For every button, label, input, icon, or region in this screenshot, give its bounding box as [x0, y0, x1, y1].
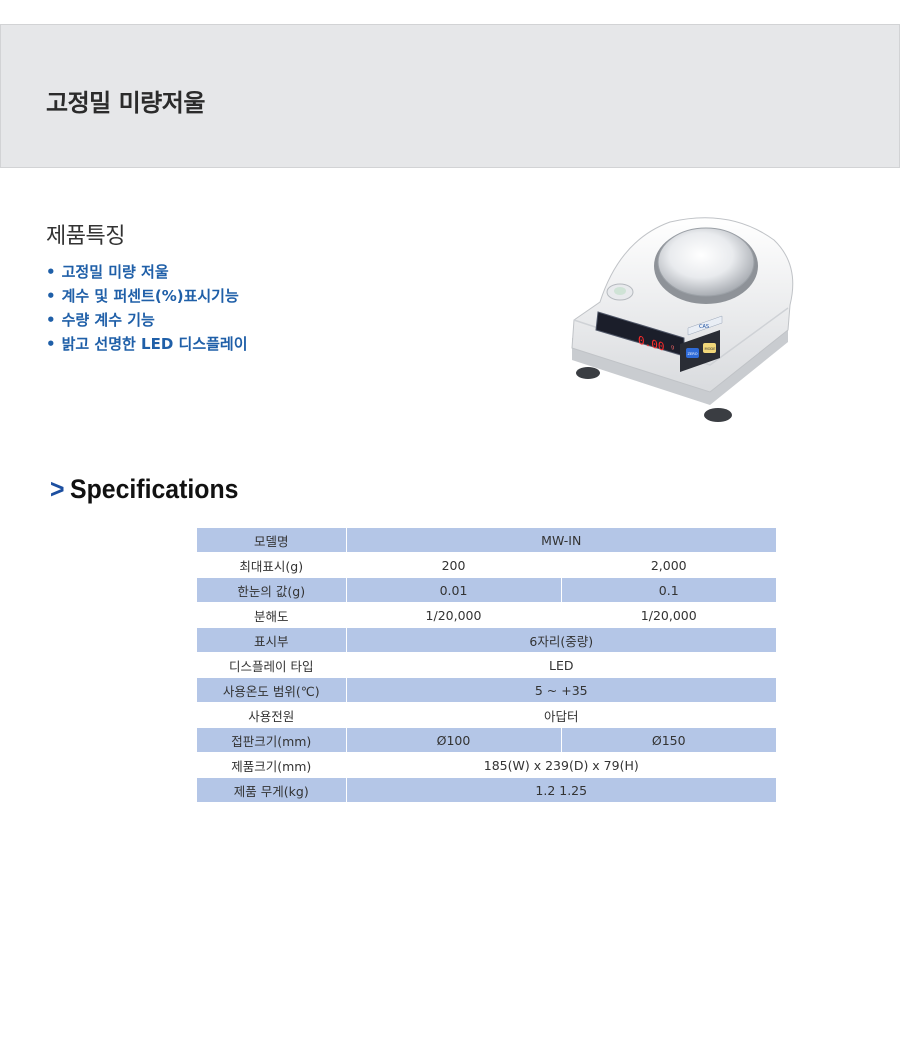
arrow-icon: >	[50, 474, 65, 504]
row-value: LED	[346, 652, 776, 678]
table-row: 사용전원 아답터	[197, 702, 776, 728]
table-row: 최대표시(g) 200 2,000	[197, 552, 776, 578]
table-row: 제품 무게(kg) 1.2 1.25	[197, 777, 776, 803]
feature-item: • 밝고 선명한 LED 디스플레이	[46, 332, 248, 356]
row-value: 1.2 1.25	[346, 777, 776, 803]
row-label: 분해도	[197, 602, 347, 628]
table-row: 사용온도 범위(℃) 5 ~ +35	[197, 677, 776, 703]
features-list: • 고정밀 미량 저울 • 계수 및 퍼센트(%)표시기능 • 수량 계수 기능 • 밝…	[46, 260, 248, 356]
feature-text: 계수 및 퍼센트(%)표시기능	[61, 287, 239, 305]
feature-item: • 수량 계수 기능	[46, 308, 248, 332]
title-banner: 고정밀 미량저울	[0, 24, 900, 168]
row-value: 6자리(중량)	[346, 627, 776, 653]
bullet-icon: •	[46, 311, 56, 329]
weighing-pan	[657, 227, 755, 297]
row-value: 2,000	[561, 552, 776, 578]
mode-key-label: MODE	[705, 347, 717, 351]
zero-key-label: ZERO	[688, 352, 698, 356]
page-title: 고정밀 미량저울	[46, 89, 205, 117]
table-row: 디스플레이 타입 LED	[197, 652, 776, 678]
row-value: 1/20,000	[561, 602, 776, 628]
row-label: 접판크기(mm)	[197, 727, 347, 753]
row-value: 0.1	[561, 577, 776, 603]
row-value: 아답터	[346, 702, 776, 728]
feature-text: 고정밀 미량 저울	[61, 263, 169, 281]
specifications-title: Specifications	[70, 474, 239, 504]
scale-product-image: 0.00 g CAS ZERO MODE	[571, 217, 794, 422]
feature-item: • 고정밀 미량 저울	[46, 260, 248, 284]
row-label: 디스플레이 타입	[197, 652, 347, 678]
brand-label: CAS	[699, 324, 709, 330]
specifications-table: 모델명 MW-IN 최대표시(g) 200 2,000 한눈의 값(g) 0.0…	[197, 528, 776, 803]
level-bubble-inner	[614, 287, 626, 295]
row-label: 최대표시(g)	[197, 552, 347, 578]
display-unit: g	[671, 344, 674, 351]
row-value: MW-IN	[346, 528, 776, 553]
bullet-icon: •	[46, 263, 56, 281]
row-label: 모델명	[197, 528, 347, 553]
row-value: Ø100	[346, 727, 562, 753]
row-label: 사용전원	[197, 702, 347, 728]
table-row: 모델명 MW-IN	[197, 528, 776, 553]
row-label: 표시부	[197, 627, 347, 653]
foot-left	[576, 367, 600, 379]
row-value: 1/20,000	[346, 602, 562, 628]
table-row: 한눈의 값(g) 0.01 0.1	[197, 577, 776, 603]
feature-text: 수량 계수 기능	[61, 311, 155, 329]
row-label: 한눈의 값(g)	[197, 577, 347, 603]
feature-item: • 계수 및 퍼센트(%)표시기능	[46, 284, 248, 308]
row-label: 제품 무게(kg)	[197, 777, 347, 803]
row-label: 사용온도 범위(℃)	[197, 677, 347, 703]
row-value: 0.01	[346, 577, 562, 603]
specifications-heading: > Specifications	[50, 474, 238, 505]
table-row: 분해도 1/20,000 1/20,000	[197, 602, 776, 628]
row-label: 제품크기(mm)	[197, 752, 347, 778]
row-value: Ø150	[561, 727, 776, 753]
feature-text: 밝고 선명한 LED 디스플레이	[61, 335, 248, 353]
table-row: 제품크기(mm) 185(W) x 239(D) x 79(H)	[197, 752, 776, 778]
features-heading: 제품특징	[46, 224, 125, 249]
table-row: 표시부 6자리(중량)	[197, 627, 776, 653]
row-value: 200	[346, 552, 562, 578]
row-value: 185(W) x 239(D) x 79(H)	[346, 752, 776, 778]
foot-front	[704, 408, 732, 422]
table-row: 접판크기(mm) Ø100 Ø150	[197, 727, 776, 753]
row-value: 5 ~ +35	[346, 677, 776, 703]
bullet-icon: •	[46, 287, 56, 305]
bullet-icon: •	[46, 335, 56, 353]
